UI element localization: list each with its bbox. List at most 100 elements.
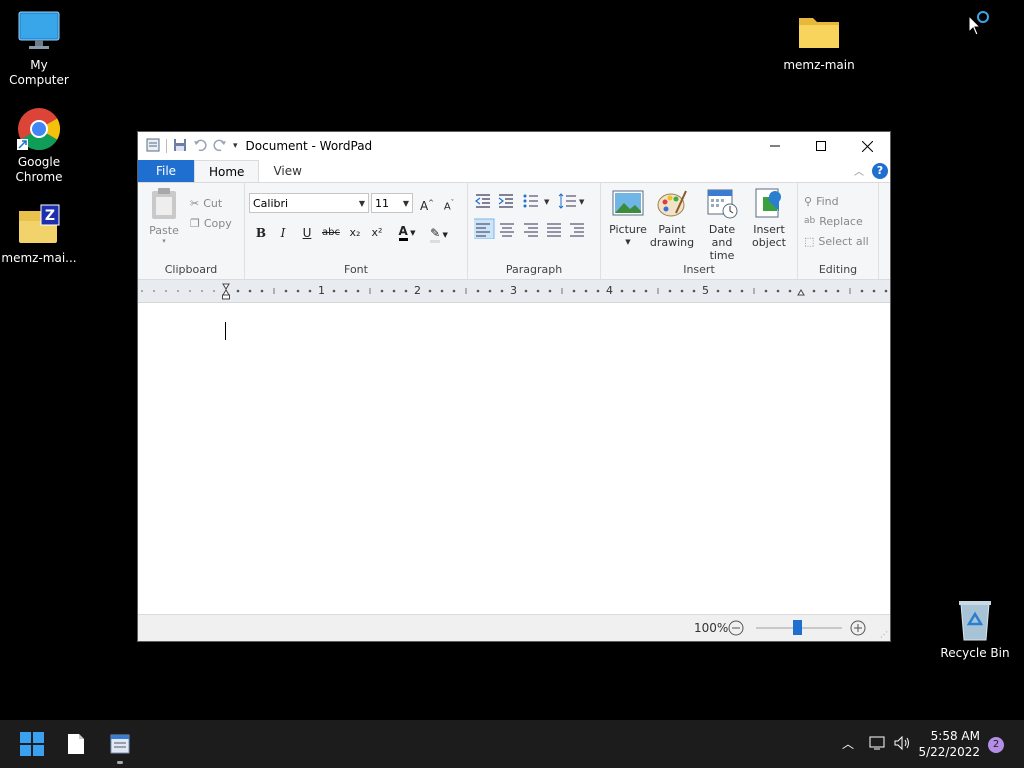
increase-indent-icon <box>498 194 513 208</box>
collapse-ribbon-icon[interactable]: ︿ <box>854 163 864 178</box>
ruler-number: 4 <box>606 284 613 297</box>
wordpad-icon <box>110 734 130 754</box>
ruler-tick <box>836 289 840 293</box>
ruler-tick <box>500 289 504 293</box>
ruler-tick <box>884 289 888 293</box>
resize-grip-icon[interactable]: ⋰ <box>880 630 888 639</box>
tab-file[interactable]: File <box>138 160 194 182</box>
quick-access-toolbar: ▾ <box>138 138 238 155</box>
paragraph-group-label: Paragraph <box>505 263 563 276</box>
cut-button[interactable]: ✂ Cut <box>190 193 232 213</box>
help-button[interactable]: ? <box>872 163 888 179</box>
monitor-icon <box>17 10 61 54</box>
shrink-font-button[interactable]: Aˇ <box>439 193 459 213</box>
insert-object-button[interactable]: Insert object <box>744 187 794 249</box>
desktop-icon-chrome[interactable]: Google Chrome <box>1 107 77 185</box>
ruler[interactable]: 1 2 3 4 5 <box>138 280 890 303</box>
italic-button[interactable]: I <box>273 223 293 243</box>
volume-icon[interactable] <box>893 735 911 754</box>
ruler-tick <box>776 289 780 293</box>
customize-toolbar-chevron-icon[interactable]: ▾ <box>233 141 238 151</box>
folder-icon <box>797 10 841 54</box>
text-color-button[interactable]: A ▼ <box>393 221 421 241</box>
zoom-slider[interactable] <box>756 620 842 635</box>
ruler-tick <box>632 289 636 293</box>
ruler-tick <box>728 289 732 293</box>
undo-icon[interactable] <box>193 138 207 155</box>
copy-icon: ❐ <box>190 216 200 230</box>
underline-button[interactable]: U <box>297 223 317 243</box>
desktop-icon-recycle-bin[interactable]: Recycle Bin <box>937 598 1013 661</box>
clock[interactable]: 5:58 AM 5/22/2022 <box>918 728 980 760</box>
ruler-tick <box>248 289 252 293</box>
paste-button[interactable]: Paste ▾ <box>144 187 184 245</box>
desktop-icon-memz-folder[interactable]: memz-main <box>781 10 857 73</box>
paste-label: Paste <box>149 224 179 237</box>
font-size-select[interactable]: 11 ▼ <box>371 193 413 213</box>
maximize-button[interactable] <box>798 132 844 160</box>
grow-font-button[interactable]: A^ <box>417 193 437 213</box>
object-label-line1: Insert <box>753 223 785 236</box>
tab-home[interactable]: Home <box>194 160 260 182</box>
justify-icon <box>547 223 561 237</box>
ruler-tick <box>380 289 384 293</box>
ruler-tick <box>692 289 696 293</box>
tray-overflow-chevron-icon[interactable]: ︿ <box>842 735 858 751</box>
find-button[interactable]: ⚲ Find <box>804 191 869 211</box>
right-indent-marker <box>797 289 805 296</box>
wordpad-app-icon[interactable] <box>146 138 160 155</box>
insert-picture-button[interactable]: Picture ▼ <box>603 187 653 249</box>
title-bar[interactable]: ▾ Document - WordPad <box>138 132 890 160</box>
notification-badge[interactable]: 2 <box>988 737 1004 753</box>
taskbar-wordpad[interactable] <box>100 720 140 768</box>
clipboard-group-label: Clipboard <box>164 263 218 276</box>
zoom-level: 100% <box>694 621 729 635</box>
ruler-tick <box>620 289 624 293</box>
align-right-icon <box>524 223 538 237</box>
save-icon[interactable] <box>173 138 187 155</box>
ruler-tick <box>668 289 672 293</box>
superscript-button[interactable]: x² <box>367 223 387 243</box>
network-icon[interactable] <box>869 735 887 754</box>
date-time-button[interactable]: Date and time <box>697 187 747 262</box>
replace-label: Replace <box>819 214 863 228</box>
paste-dropdown-icon[interactable]: ▾ <box>144 237 184 245</box>
document-area[interactable] <box>138 308 890 615</box>
select-all-button[interactable]: ⬚ Select all <box>804 231 869 251</box>
chevron-down-icon: ▼ <box>407 229 416 237</box>
replace-button[interactable]: ab Replace <box>804 211 869 231</box>
highlight-color-button[interactable]: ✎ ▼ <box>425 223 453 243</box>
ruler-tick <box>740 289 744 293</box>
font-family-select[interactable]: Calibri ▼ <box>249 193 369 213</box>
taskbar-file-explorer[interactable] <box>56 720 96 768</box>
strikethrough-button[interactable]: abc <box>321 223 341 243</box>
bold-button[interactable]: B <box>251 223 271 243</box>
desktop-icon-label: Recycle Bin <box>940 646 1010 660</box>
decrease-indent-icon <box>475 194 490 208</box>
paragraph-controls: ▼ ▼ <box>471 193 594 242</box>
ruler-tick <box>716 289 720 293</box>
start-button[interactable] <box>12 720 52 768</box>
ruler-tick <box>428 289 432 293</box>
paint-drawing-button[interactable]: Paint drawing <box>647 187 697 249</box>
copy-button[interactable]: ❐ Copy <box>190 213 232 233</box>
ruler-number: 2 <box>414 284 421 297</box>
redo-icon[interactable] <box>213 138 227 155</box>
tab-view[interactable]: View <box>259 160 315 182</box>
font-group-label: Font <box>344 263 368 276</box>
svg-text:▼: ▼ <box>544 198 550 206</box>
wordpad-window[interactable]: ▾ Document - WordPad File Home View ︿ ? … <box>137 131 891 642</box>
desktop-icon-memz-archive[interactable]: Z memz-mai... <box>1 203 77 266</box>
zoom-in-button[interactable] <box>850 620 866 639</box>
zoom-slider-thumb[interactable] <box>793 620 802 635</box>
close-button[interactable] <box>844 132 890 160</box>
font-family-value: Calibri <box>253 197 289 210</box>
desktop-icon-my-computer[interactable]: My Computer <box>1 10 77 88</box>
calendar-clock-icon <box>706 187 738 219</box>
ruler-tick <box>860 289 864 293</box>
zoom-out-button[interactable] <box>728 620 744 639</box>
highlighter-icon: ✎ <box>430 226 441 243</box>
minimize-button[interactable] <box>752 132 798 160</box>
ruler-tick <box>236 289 240 293</box>
subscript-button[interactable]: x₂ <box>345 223 365 243</box>
